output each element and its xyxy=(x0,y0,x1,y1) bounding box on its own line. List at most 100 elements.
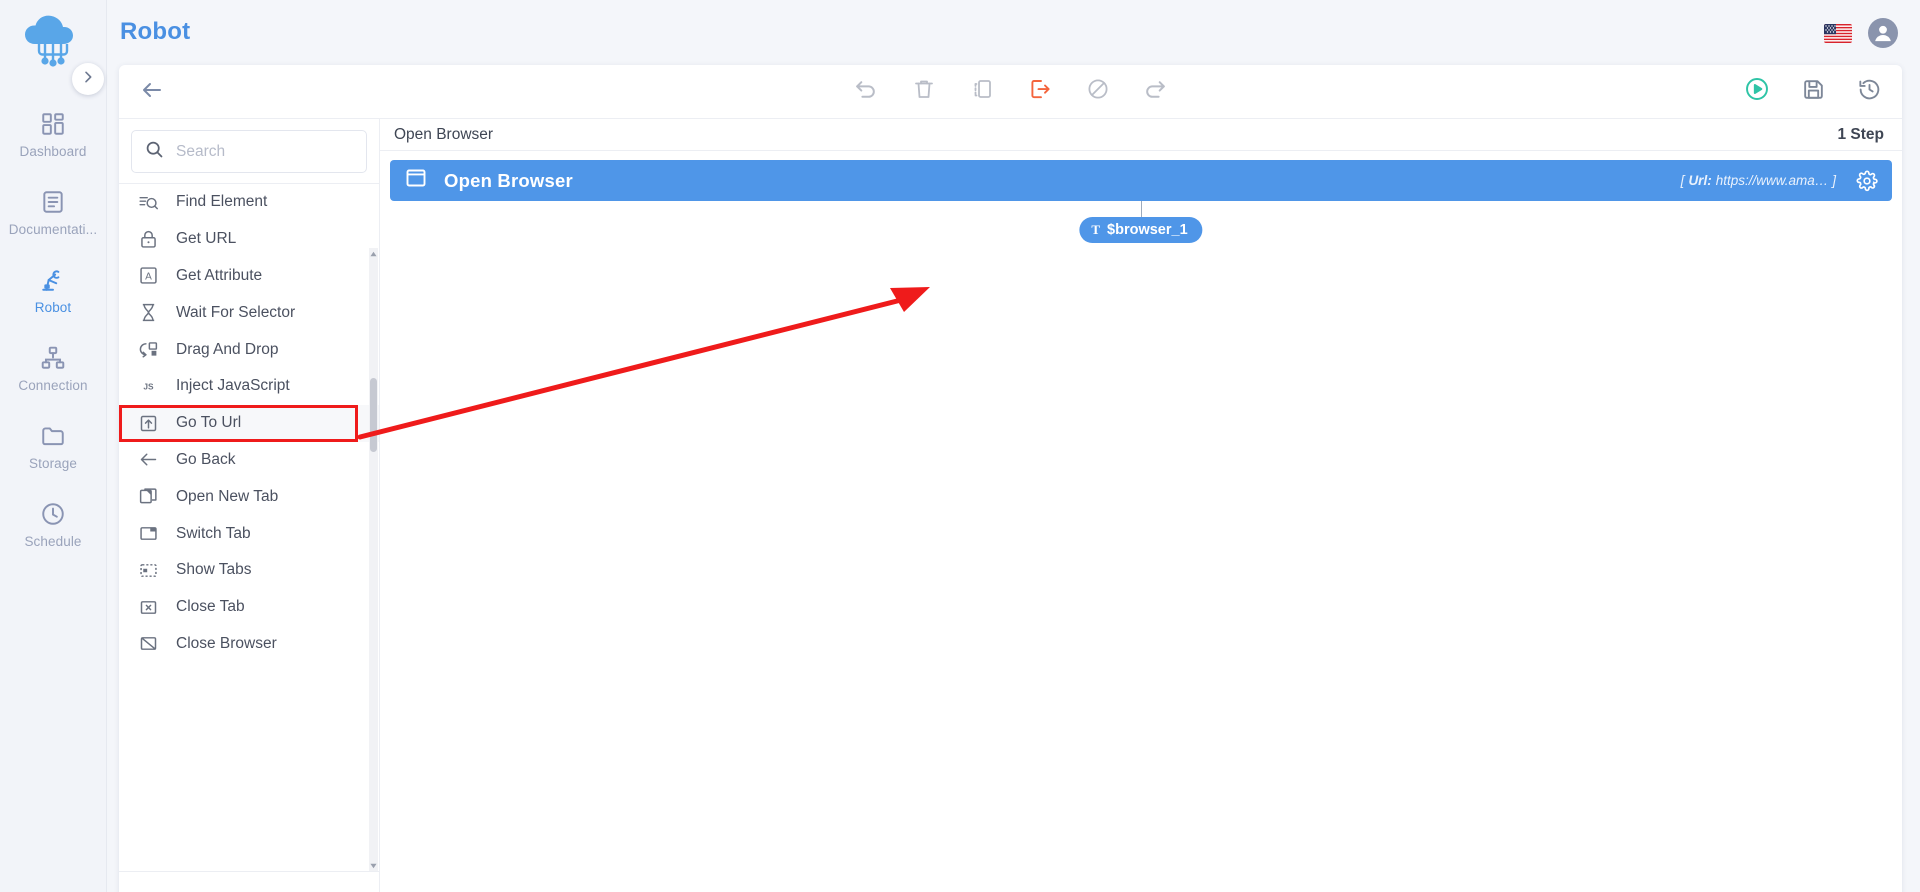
chevron-up-icon xyxy=(343,887,363,892)
step-count-label: 1 Step xyxy=(1837,125,1884,143)
robot-arm-icon xyxy=(40,267,66,293)
action-item-label: Inject JavaScript xyxy=(176,377,290,395)
sidebar-collapse-toggle[interactable] xyxy=(72,63,104,95)
sidebar-item-label: Connection xyxy=(18,378,88,393)
svg-text:JS: JS xyxy=(143,381,154,391)
dashboard-grid-icon xyxy=(40,111,66,137)
sidebar-item-label: Schedule xyxy=(24,534,82,549)
workflow-node-meta: [ Url: https://www.ama… ] xyxy=(1681,173,1836,188)
search-input[interactable] xyxy=(176,142,354,161)
sidebar-item-robot[interactable]: Robot xyxy=(0,252,106,330)
sidebar-item-storage[interactable]: Storage xyxy=(0,408,106,486)
trash-icon xyxy=(912,77,936,106)
action-item-go-to-url[interactable]: Go To Url xyxy=(119,404,379,442)
action-item-find-element[interactable]: Find Element xyxy=(119,184,379,221)
workflow-canvas[interactable]: Open Browser 1 Step Open Browser [Url: … xyxy=(380,119,1902,892)
toolbar-right-tools xyxy=(1744,76,1882,107)
sidebar-item-documentation[interactable]: Documentati... xyxy=(0,174,106,252)
action-list-scroll[interactable]: Find Element Get URL A Get Attribute Wai… xyxy=(119,183,379,871)
search-icon xyxy=(144,139,165,165)
new-tab-icon xyxy=(137,486,159,508)
workflow-flow: Open Browser [ Url: https://www.ama… ] T… xyxy=(380,151,1902,243)
run-button[interactable] xyxy=(1744,76,1770,107)
redo-button[interactable] xyxy=(1143,79,1169,105)
search-container xyxy=(119,119,379,183)
meta-value: https://www.ama… xyxy=(1715,173,1829,188)
search-box[interactable] xyxy=(131,130,367,173)
user-avatar-icon[interactable] xyxy=(1868,18,1898,48)
action-item-close-tab[interactable]: Close Tab xyxy=(119,589,379,626)
action-item-get-attribute[interactable]: A Get Attribute xyxy=(119,258,379,295)
sitemap-icon xyxy=(40,345,66,371)
action-list-scrollbar[interactable] xyxy=(369,248,378,871)
action-item-wait-for-selector[interactable]: Wait For Selector xyxy=(119,294,379,331)
sidebar-item-label: Storage xyxy=(29,456,77,471)
lock-icon xyxy=(137,228,159,250)
meta-key: Url: xyxy=(1688,173,1712,188)
action-item-open-new-tab[interactable]: Open New Tab xyxy=(119,478,379,515)
action-item-label: Wait For Selector xyxy=(176,303,296,321)
close-tab-icon xyxy=(137,596,159,618)
action-group-storage[interactable]: Storage xyxy=(119,871,379,892)
sidebar-item-dashboard[interactable]: Dashboard xyxy=(0,96,106,174)
action-item-close-browser[interactable]: Close Browser xyxy=(119,626,379,663)
action-item-label: Find Element xyxy=(176,193,268,211)
folder-icon xyxy=(40,423,66,449)
svg-text:A: A xyxy=(145,272,152,283)
history-clock-icon xyxy=(1857,77,1882,107)
arrow-left-icon xyxy=(140,78,164,107)
action-item-switch-tab[interactable]: Switch Tab xyxy=(119,515,379,552)
action-item-label: Close Browser xyxy=(176,634,277,652)
header-right-controls xyxy=(1824,18,1898,48)
action-item-label: Go Back xyxy=(176,450,236,468)
breadcrumb: Open Browser xyxy=(394,125,494,143)
save-button[interactable] xyxy=(1800,79,1826,105)
sidebar-item-label: Documentati... xyxy=(8,222,98,237)
workflow-node-open-browser[interactable]: Open Browser [ Url: https://www.ama… ] xyxy=(390,160,1892,201)
browser-window-icon xyxy=(404,166,428,195)
scrollbar-thumb[interactable] xyxy=(370,378,377,452)
switch-tab-icon xyxy=(137,523,159,545)
copy-button[interactable] xyxy=(969,79,995,105)
variable-chip-browser[interactable]: T $browser_1 xyxy=(1079,217,1203,243)
action-item-get-url[interactable]: Get URL xyxy=(119,221,379,258)
hourglass-icon xyxy=(137,302,159,324)
delete-button[interactable] xyxy=(911,79,937,105)
redo-icon xyxy=(1143,77,1168,107)
paste-button[interactable] xyxy=(1027,79,1053,105)
editor-card: Find Element Get URL xyxy=(119,65,1902,892)
undo-button[interactable] xyxy=(853,79,879,105)
sidebar-item-label: Robot xyxy=(34,300,72,315)
sidebar-item-schedule[interactable]: Schedule xyxy=(0,486,106,564)
undo-icon xyxy=(853,77,878,107)
us-flag-icon[interactable] xyxy=(1824,23,1852,43)
save-disk-icon xyxy=(1801,77,1826,107)
gear-icon[interactable] xyxy=(1856,170,1878,192)
history-button[interactable] xyxy=(1856,79,1882,105)
meta-bracket-close: ] xyxy=(1832,173,1836,188)
editor-toolbar xyxy=(119,65,1902,119)
sidebar-item-connection[interactable]: Connection xyxy=(0,330,106,408)
action-item-go-back[interactable]: Go Back xyxy=(119,442,379,479)
back-button[interactable] xyxy=(135,75,169,109)
canvas-header: Open Browser 1 Step xyxy=(380,119,1902,151)
action-item-show-tabs[interactable]: Show Tabs xyxy=(119,552,379,589)
action-item-label: Open New Tab xyxy=(176,487,279,505)
scroll-down-arrow[interactable] xyxy=(369,859,378,871)
workflow-node-title: Open Browser xyxy=(444,169,573,191)
action-item-drag-and-drop[interactable]: Drag And Drop xyxy=(119,331,379,368)
close-browser-icon xyxy=(137,633,159,655)
disable-button[interactable] xyxy=(1085,79,1111,105)
editor-body: Find Element Get URL xyxy=(119,119,1902,892)
copy-icon xyxy=(970,77,994,106)
rail-item-list: Dashboard Documentati... Robot Connectio… xyxy=(0,96,106,564)
text-type-icon: T xyxy=(1091,222,1101,237)
drag-drop-icon xyxy=(137,339,159,361)
cloud-robot-logo xyxy=(21,14,85,76)
paste-icon xyxy=(1028,77,1052,106)
action-item-inject-javascript[interactable]: JS Inject JavaScript xyxy=(119,368,379,405)
scroll-up-arrow[interactable] xyxy=(369,248,378,260)
play-circle-icon xyxy=(1744,76,1770,107)
page-title: Robot xyxy=(120,18,191,45)
toolbar-center-tools xyxy=(853,79,1169,105)
